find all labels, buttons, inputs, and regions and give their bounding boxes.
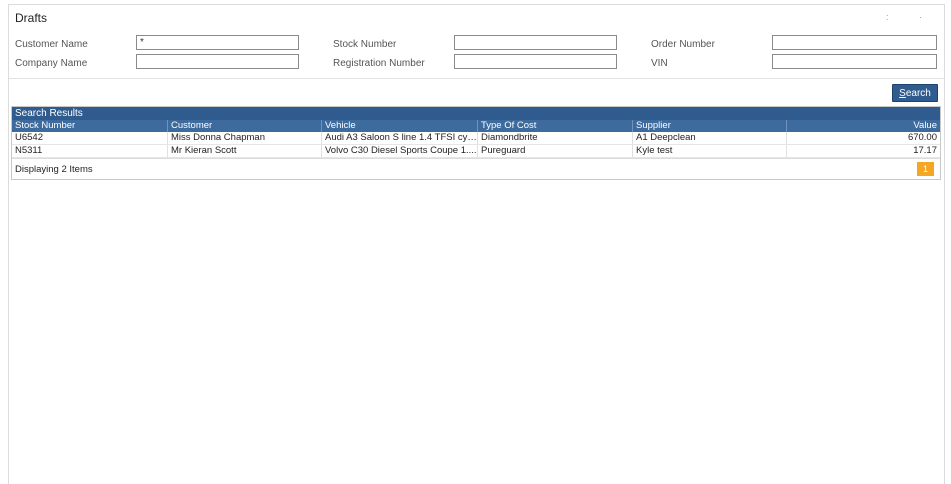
title-bar: Drafts : · (9, 5, 944, 31)
window-controls[interactable]: : · (886, 12, 936, 22)
company-name-label: Company Name (15, 58, 88, 69)
cell-supplier: Kyle test (633, 145, 787, 157)
cell-stock-number: U6542 (12, 132, 168, 144)
cell-customer: Miss Donna Chapman (168, 132, 322, 144)
column-header-type-of-cost[interactable]: Type Of Cost (478, 120, 633, 132)
cell-stock-number: N5311 (12, 145, 168, 157)
search-button[interactable]: Search (892, 84, 938, 102)
search-results-grid: Search Results Stock Number Customer Veh… (11, 106, 941, 180)
stock-number-input[interactable] (454, 35, 617, 50)
column-header-value[interactable]: Value (787, 120, 940, 132)
table-row[interactable]: U6542 Miss Donna Chapman Audi A3 Saloon … (12, 132, 940, 145)
grid-footer: Displaying 2 Items 1 (12, 158, 940, 179)
search-filters: Customer Name Company Name Stock Number … (9, 33, 944, 79)
search-button-label: earch (905, 88, 931, 99)
page-button-current[interactable]: 1 (917, 162, 934, 176)
page-title: Drafts (15, 11, 48, 25)
cell-value: 670.00 (907, 132, 937, 143)
customer-name-label: Customer Name (15, 39, 88, 50)
registration-number-input[interactable] (454, 54, 617, 69)
vin-label: VIN (651, 58, 668, 69)
stock-number-label: Stock Number (333, 39, 397, 50)
cell-vehicle: Audi A3 Saloon S line 1.4 TFSI cyl... (322, 132, 478, 144)
cell-value: 17.17 (913, 145, 937, 156)
cell-customer: Mr Kieran Scott (168, 145, 322, 157)
column-header-row: Stock Number Customer Vehicle Type Of Co… (12, 120, 940, 132)
cell-supplier: A1 Deepclean (633, 132, 787, 144)
drafts-window: Drafts : · Customer Name Company Name St… (8, 4, 945, 484)
order-number-input[interactable] (772, 35, 937, 50)
column-header-supplier[interactable]: Supplier (633, 120, 787, 132)
column-header-stock-number[interactable]: Stock Number (12, 120, 168, 132)
company-name-input[interactable] (136, 54, 299, 69)
order-number-label: Order Number (651, 39, 715, 50)
registration-number-label: Registration Number (333, 58, 425, 69)
cell-vehicle: Volvo C30 Diesel Sports Coupe 1.... (322, 145, 478, 157)
search-results-header: Search Results (12, 107, 940, 120)
column-header-vehicle[interactable]: Vehicle (322, 120, 478, 132)
column-header-customer[interactable]: Customer (168, 120, 322, 132)
customer-name-input[interactable] (136, 35, 299, 50)
cell-type-of-cost: Pureguard (478, 145, 633, 157)
item-count-text: Displaying 2 Items (15, 164, 93, 175)
search-button-accesskey: S (899, 88, 906, 99)
cell-type-of-cost: Diamondbrite (478, 132, 633, 144)
divider (9, 78, 944, 79)
vin-input[interactable] (772, 54, 937, 69)
table-row[interactable]: N5311 Mr Kieran Scott Volvo C30 Diesel S… (12, 145, 940, 158)
